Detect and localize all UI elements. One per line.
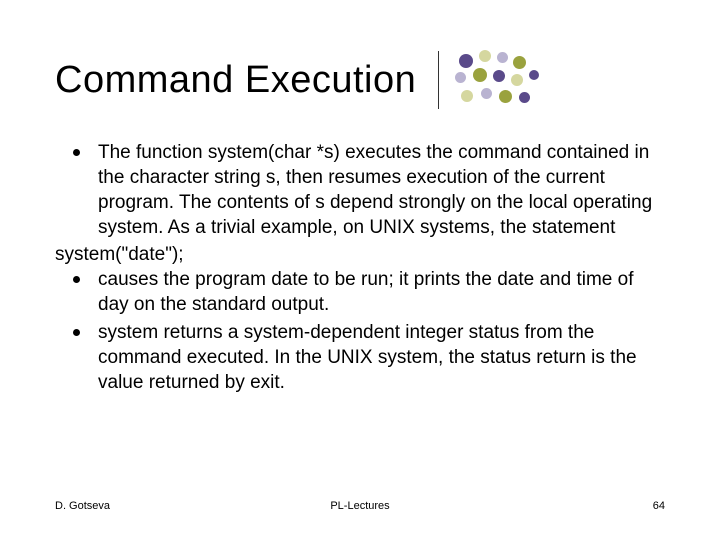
bullet-item: system returns a system-dependent intege… [55, 320, 665, 395]
code-line: system("date"); [55, 242, 665, 267]
page-number: 64 [653, 500, 665, 512]
footer: D. Gotseva PL-Lectures 64 [55, 500, 665, 512]
dot-icon [461, 90, 473, 102]
bullet-item: causes the program date to be run; it pr… [55, 267, 665, 317]
bullet-text: causes the program date to be run; it pr… [98, 267, 665, 317]
bullet-icon [73, 329, 80, 336]
title-divider [438, 51, 439, 109]
dot-icon [455, 72, 466, 83]
dot-icon [511, 74, 523, 86]
dot-icon [513, 56, 526, 69]
slide-body: The function system(char *s) executes th… [55, 140, 665, 395]
dot-icon [473, 68, 487, 82]
bullet-icon [73, 276, 80, 283]
dot-icon [497, 52, 508, 63]
bullet-text: The function system(char *s) executes th… [98, 140, 665, 240]
footer-title: PL-Lectures [330, 500, 389, 512]
bullet-text: system returns a system-dependent intege… [98, 320, 665, 395]
decorative-dots [453, 50, 543, 110]
dot-icon [459, 54, 473, 68]
slide: Command Execution The function system(ch… [0, 0, 720, 540]
dot-icon [479, 50, 491, 62]
dot-icon [499, 90, 512, 103]
slide-title: Command Execution [55, 59, 416, 102]
bullet-icon [73, 149, 80, 156]
dot-icon [519, 92, 530, 103]
title-row: Command Execution [55, 50, 665, 110]
footer-author: D. Gotseva [55, 500, 110, 512]
dot-icon [529, 70, 539, 80]
dot-icon [481, 88, 492, 99]
bullet-item: The function system(char *s) executes th… [55, 140, 665, 240]
dot-icon [493, 70, 505, 82]
